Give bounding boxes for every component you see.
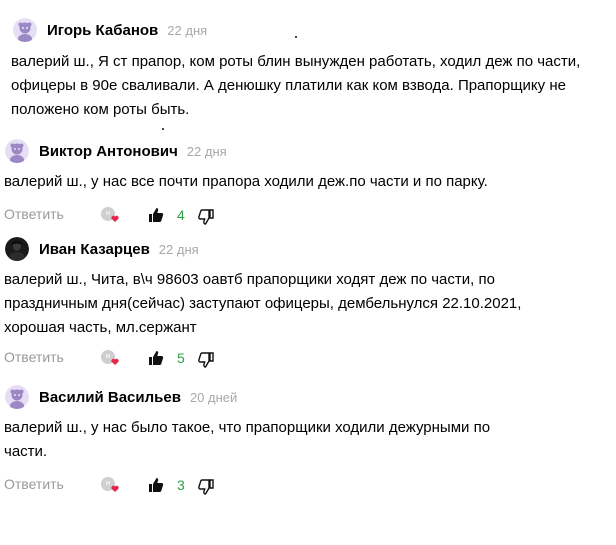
thumb-up-icon[interactable] <box>147 349 165 367</box>
comment-time: 22 дня <box>186 143 227 159</box>
comment-time: 20 дней <box>189 389 238 405</box>
svg-text:ᴴ: ᴴ <box>106 210 110 219</box>
comment-time: 22 дня <box>167 22 208 38</box>
separator-dot <box>295 36 297 38</box>
avatar[interactable] <box>5 139 29 163</box>
reactions-icon[interactable]: ᴴ <box>100 206 122 224</box>
svg-text:ᴴ: ᴴ <box>106 353 110 362</box>
avatar[interactable] <box>5 385 29 409</box>
thumb-up-icon[interactable] <box>147 476 165 494</box>
comment-text: валерий ш., у нас было такое, что прапор… <box>4 419 491 460</box>
comment-author[interactable]: Иван Казарцев <box>39 241 150 258</box>
comment-author[interactable]: Василий Васильев <box>39 389 181 406</box>
comment-text: валерий ш., Чита, в\ч 98603 оавтб прапор… <box>4 271 522 336</box>
comment-time: 22 дня <box>158 241 199 257</box>
thumb-up-icon[interactable] <box>147 206 165 224</box>
thumb-down-icon[interactable] <box>197 351 215 369</box>
comment-header: Иван Казарцев 22 дня <box>5 235 199 263</box>
reactions-icon[interactable]: ᴴ <box>100 476 122 494</box>
thumb-down-icon[interactable] <box>197 478 215 496</box>
default-avatar-icon <box>5 385 29 409</box>
default-avatar-icon <box>5 139 29 163</box>
reply-button[interactable]: Ответить <box>4 476 64 492</box>
separator-dot <box>162 128 164 130</box>
comment-header: Василий Васильев 20 дней <box>5 383 237 411</box>
comment-author[interactable]: Виктор Антонович <box>39 143 178 160</box>
comment-header: Виктор Антонович 22 дня <box>5 137 227 165</box>
likes-count: 5 <box>177 350 185 366</box>
default-avatar-icon <box>13 18 37 42</box>
reply-button[interactable]: Ответить <box>4 349 64 365</box>
thumb-down-icon[interactable] <box>197 208 215 226</box>
comment-text: валерий ш., Я ст прапор, ком роты блин в… <box>11 53 581 118</box>
comment-header: Игорь Кабанов 22 дня <box>13 16 207 44</box>
reply-button[interactable]: Ответить <box>4 206 64 222</box>
svg-text:ᴴ: ᴴ <box>106 480 110 489</box>
avatar[interactable] <box>5 237 29 261</box>
likes-count: 4 <box>177 207 185 223</box>
reactions-icon[interactable]: ᴴ <box>100 349 122 367</box>
comment-author[interactable]: Игорь Кабанов <box>47 22 158 39</box>
user-photo-icon <box>5 237 29 261</box>
likes-count: 3 <box>177 477 185 493</box>
avatar[interactable] <box>13 18 37 42</box>
comment-text: валерий ш., у нас все почти прапора ходи… <box>4 173 488 190</box>
